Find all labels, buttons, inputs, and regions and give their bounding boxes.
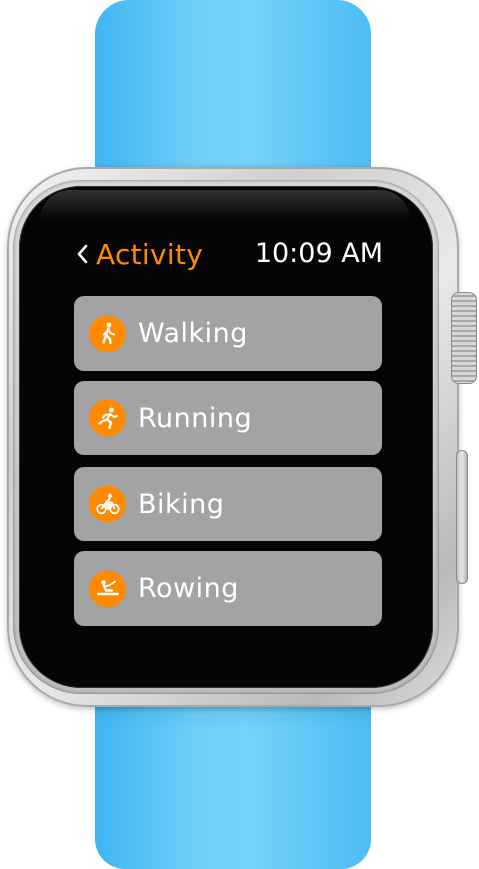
chevron-left-icon	[77, 244, 88, 264]
back-label: Activity	[96, 237, 204, 271]
clock-time: 10:09 AM	[254, 238, 383, 269]
activity-label: Rowing	[138, 573, 239, 604]
list-item-rowing[interactable]: Rowing	[74, 551, 382, 626]
activity-label: Walking	[138, 318, 248, 349]
activity-label: Biking	[138, 488, 225, 520]
walking-icon	[89, 315, 126, 352]
list-item-biking[interactable]: Biking	[74, 467, 382, 541]
side-button[interactable]	[456, 450, 468, 584]
list-item-running[interactable]: Running	[74, 381, 382, 455]
digital-crown[interactable]	[451, 292, 477, 384]
activity-list: Walking Running Biking Rowing	[74, 296, 382, 636]
activity-label: Running	[138, 402, 253, 434]
running-icon	[89, 399, 126, 437]
app-header: Activity 10:09 AM	[63, 225, 393, 281]
biking-icon	[89, 485, 126, 523]
watch-app-screen: Activity 10:09 AM Walking Running Biking…	[63, 225, 393, 645]
rowing-icon	[89, 570, 126, 607]
back-button[interactable]: Activity	[76, 237, 203, 271]
list-item-walking[interactable]: Walking	[74, 296, 382, 371]
screen-glare	[40, 190, 410, 220]
